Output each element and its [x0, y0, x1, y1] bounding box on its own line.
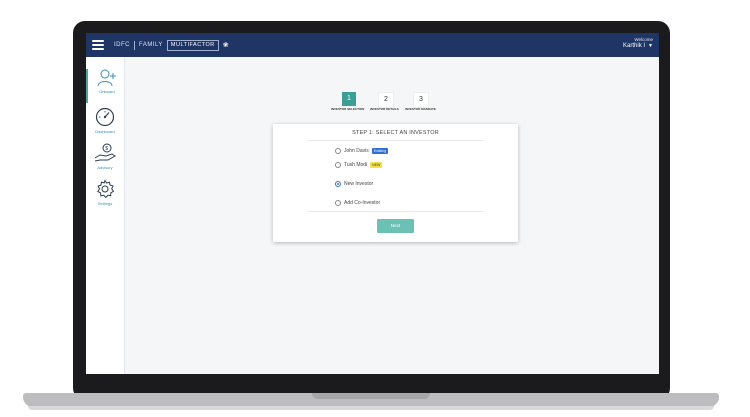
next-button[interactable]: Next [377, 219, 414, 233]
welcome-label: Welcome [634, 37, 653, 42]
laptop-shadow [28, 406, 714, 410]
gear-icon [97, 179, 115, 199]
sidebar-item-settings[interactable]: Settings [86, 179, 124, 213]
step-3-indicator[interactable]: 3 [413, 92, 429, 108]
investor-name: Add Co-Investor [344, 200, 381, 206]
step-3-label: INVESTOR MANDATE [405, 107, 436, 111]
progress-stepper: 1 INVESTOR SELECTION 2 INVESTOR DETAILS … [329, 92, 449, 112]
step-1-indicator[interactable]: 1 [342, 92, 356, 106]
sidebar-item-label: Settings [97, 201, 113, 206]
chevron-down-icon[interactable]: ▼ [648, 43, 653, 49]
sidebar-item-label: Onboard [99, 89, 115, 94]
add-user-icon [97, 69, 116, 87]
brand-logo: IDFC FAMILY MULTIFACTOR ❀ [114, 39, 230, 51]
investor-option[interactable]: Add Co-Investor [335, 199, 380, 207]
laptop-notch [312, 393, 430, 399]
paw-icon: ❀ [222, 42, 230, 49]
sidebar-item-onboard[interactable]: Onboard [86, 69, 126, 103]
user-menu[interactable]: Welcome Karthik I ▼ [623, 37, 653, 49]
top-navbar: IDFC FAMILY MULTIFACTOR ❀ Welcome Karthi… [86, 33, 659, 57]
hamburger-icon[interactable] [92, 40, 104, 50]
sidebar: Onboard Dashboard $ Advisory Settings [86, 57, 125, 374]
radio-button[interactable] [335, 162, 341, 168]
investor-name: Tush Modi [344, 162, 368, 168]
sidebar-item-label: Dashboard [95, 129, 115, 134]
money-hand-icon: $ [94, 143, 116, 162]
radio-button[interactable] [335, 200, 341, 206]
sidebar-item-advisory[interactable]: $ Advisory [86, 143, 124, 177]
sidebar-item-dashboard[interactable]: Dashboard [86, 107, 124, 141]
user-name: Karthik I [623, 43, 646, 49]
step-2-indicator[interactable]: 2 [378, 92, 394, 108]
brand-separator [134, 40, 135, 50]
brand-left-text: IDFC [114, 42, 130, 48]
card-title: STEP 1: SELECT AN INVESTOR [352, 130, 439, 136]
select-investor-card: STEP 1: SELECT AN INVESTOR John Davis Ex… [273, 124, 518, 242]
existing-badge: Existing [371, 148, 388, 154]
brand-logo-box: MULTIFACTOR [166, 39, 219, 51]
investor-name: John Davis [344, 148, 369, 154]
investor-option[interactable]: New Investor [335, 180, 373, 188]
divider [308, 211, 483, 212]
gauge-icon [95, 107, 115, 127]
radio-button[interactable] [335, 148, 341, 154]
brand-mid-text: FAMILY [139, 42, 163, 48]
step-2-label: INVESTOR DETAILS [370, 107, 399, 111]
investor-name: New Investor [344, 181, 374, 187]
radio-button[interactable] [335, 181, 341, 187]
sidebar-item-label: Advisory [97, 165, 113, 170]
step-1-label: INVESTOR SELECTION [331, 107, 365, 111]
svg-text:$: $ [105, 146, 108, 152]
new-badge: NEW [370, 162, 383, 168]
investor-option[interactable]: Tush Modi NEW [335, 161, 383, 169]
divider [308, 140, 483, 141]
app-screen: IDFC FAMILY MULTIFACTOR ❀ Welcome Karthi… [86, 33, 659, 374]
investor-option[interactable]: John Davis Existing [335, 147, 388, 155]
